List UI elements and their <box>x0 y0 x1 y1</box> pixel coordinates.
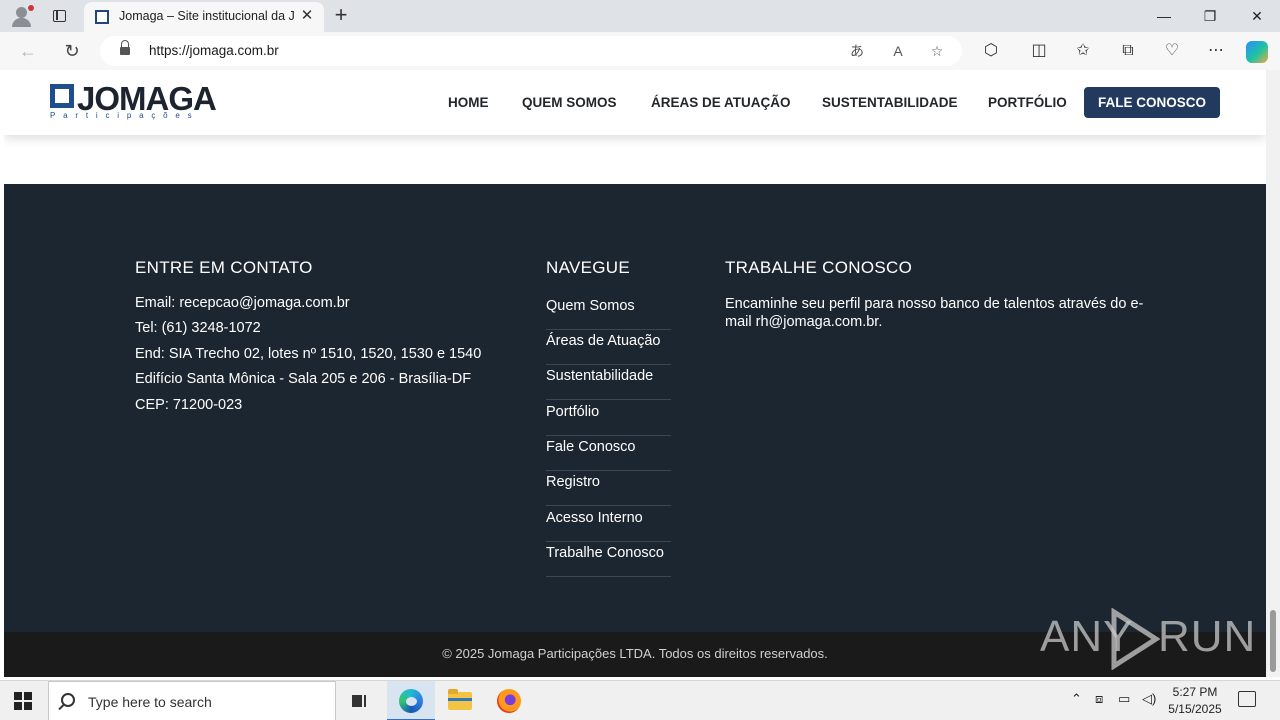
tab-title: Jomaga – Site institucional da Jomaga Pa… <box>119 9 294 23</box>
more-menu-icon[interactable]: ⋯ <box>1204 39 1228 63</box>
watermark-run: RUN <box>1158 612 1257 661</box>
logo-subtitle: Participações <box>50 111 200 120</box>
taskbar-edge[interactable] <box>387 681 435 720</box>
browser-tab[interactable]: Jomaga – Site institucional da Jomaga Pa… <box>84 2 324 32</box>
anyrun-watermark: ANY RUN <box>1040 606 1255 672</box>
edge-icon <box>399 689 423 713</box>
firefox-icon <box>497 689 521 713</box>
notification-icon[interactable] <box>1238 691 1256 707</box>
url-text[interactable]: https://jomaga.com.br <box>149 43 279 58</box>
logo-square-icon <box>50 84 74 108</box>
taskbar-file-explorer[interactable] <box>436 681 484 720</box>
tab-actions-icon[interactable] <box>50 6 70 26</box>
taskbar-firefox[interactable] <box>485 681 533 720</box>
reload-icon[interactable]: ↻ <box>60 39 84 63</box>
footer-link-label: Sustentabilidade <box>546 368 654 384</box>
tray-meet-icon[interactable]: ⧈ <box>1095 691 1103 707</box>
trabalhe-text: Encaminhe seu perfil para nosso banco de… <box>725 296 1144 330</box>
footer-link-label: Acesso Interno <box>546 510 643 526</box>
contact-phone: Tel: (61) 3248-1072 <box>135 320 261 336</box>
footer-link-label: Trabalhe Conosco <box>546 545 664 561</box>
windows-taskbar: Type here to search ⌃ ⧈ ▭ ◁) 5:27 PM 5/1… <box>0 680 1280 720</box>
browser-tab-bar: Jomaga – Site institucional da Jomaga Pa… <box>0 0 1280 32</box>
address-bar[interactable]: https://jomaga.com.br あ A ☆ <box>100 36 962 66</box>
nav-portfolio[interactable]: PORTFÓLIO <box>988 95 1067 110</box>
clock-date: 5/15/2025 <box>1168 702 1222 716</box>
tab-close-icon[interactable]: ✕ <box>299 7 315 25</box>
volume-icon[interactable]: ◁) <box>1142 691 1156 707</box>
footer-link-label: Quem Somos <box>546 298 635 314</box>
network-icon[interactable]: ▭ <box>1118 691 1130 707</box>
nav-quem-somos[interactable]: QUEM SOMOS <box>522 95 617 110</box>
site-favicon-icon <box>95 10 109 24</box>
fale-conosco-button[interactable]: FALE CONOSCO <box>1084 87 1220 118</box>
contact-heading: ENTRE EM CONTATO <box>135 258 313 277</box>
browser-toolbar: ← ↻ https://jomaga.com.br あ A ☆ ⬡ ◫ ✩ ⧉ … <box>0 32 1280 70</box>
footer-link-acesso-interno[interactable]: Acesso Interno <box>546 507 671 542</box>
play-triangle-icon <box>1111 608 1160 670</box>
browser-essentials-icon[interactable]: ♡ <box>1160 39 1184 63</box>
folder-icon <box>448 689 472 710</box>
restore-icon[interactable]: ❐ <box>1195 4 1225 28</box>
task-view-icon <box>352 693 368 709</box>
translate-icon[interactable]: あ <box>846 40 868 62</box>
footer-link-sustentabilidade[interactable]: Sustentabilidade <box>546 365 671 400</box>
lock-icon[interactable] <box>120 40 130 56</box>
footer-link-label: Registro <box>546 474 600 490</box>
footer-link-label: Áreas de Atuação <box>546 333 661 349</box>
footer-link-registro[interactable]: Registro <box>546 471 671 506</box>
taskbar-search-box[interactable]: Type here to search <box>48 681 336 720</box>
tray-chevron-icon[interactable]: ⌃ <box>1071 691 1082 707</box>
site-footer: ENTRE EM CONTATO Email: recepcao@jomaga.… <box>4 184 1266 632</box>
read-aloud-icon[interactable]: A <box>887 40 909 62</box>
nav-areas-de-atuacao[interactable]: ÁREAS DE ATUAÇÃO <box>651 95 791 110</box>
task-view-button[interactable] <box>336 681 384 720</box>
nav-home[interactable]: HOME <box>448 95 489 110</box>
footer-link-quem-somos[interactable]: Quem Somos <box>546 295 671 330</box>
search-placeholder: Type here to search <box>88 694 212 710</box>
new-tab-icon[interactable]: + <box>330 4 352 26</box>
page-scrollbar[interactable] <box>1266 70 1280 677</box>
navegue-heading: NAVEGUE <box>546 258 630 277</box>
site-header: JOMAGA Participações HOME QUEM SOMOS ÁRE… <box>4 70 1266 135</box>
contact-cep: CEP: 71200-023 <box>135 397 243 413</box>
contact-email: Email: recepcao@jomaga.com.br <box>135 295 350 311</box>
clock-time: 5:27 PM <box>1172 685 1218 699</box>
extensions-icon[interactable]: ⬡ <box>979 39 1003 63</box>
scrollbar-thumb[interactable] <box>1270 610 1276 672</box>
contact-building: Edifício Santa Mônica - Sala 205 e 206 -… <box>135 371 472 387</box>
windows-start-icon[interactable] <box>14 692 32 710</box>
split-screen-icon[interactable]: ◫ <box>1027 39 1051 63</box>
favorite-star-icon[interactable]: ☆ <box>926 40 948 62</box>
profile-icon[interactable] <box>10 5 34 27</box>
copilot-icon[interactable] <box>1246 41 1268 63</box>
trabalhe-heading: TRABALHE CONOSCO <box>725 258 913 277</box>
collections-icon[interactable]: ⧉ <box>1116 39 1140 63</box>
taskbar-clock[interactable]: 5:27 PM 5/15/2025 <box>1163 684 1227 718</box>
minimize-icon[interactable]: — <box>1149 4 1179 28</box>
footer-link-label: Portfólio <box>546 404 600 420</box>
footer-link-portfolio[interactable]: Portfólio <box>546 401 671 436</box>
footer-link-trabalhe-conosco[interactable]: Trabalhe Conosco <box>546 542 671 577</box>
footer-link-label: Fale Conosco <box>546 439 636 455</box>
nav-sustentabilidade[interactable]: SUSTENTABILIDADE <box>822 95 958 110</box>
contact-address: End: SIA Trecho 02, lotes nº 1510, 1520,… <box>135 346 482 362</box>
page-viewport: JOMAGA Participações HOME QUEM SOMOS ÁRE… <box>4 70 1266 677</box>
favorites-icon[interactable]: ✩ <box>1071 39 1095 63</box>
search-icon <box>61 693 75 707</box>
back-icon[interactable]: ← <box>16 39 40 63</box>
footer-link-areas[interactable]: Áreas de Atuação <box>546 330 671 365</box>
footer-link-fale-conosco[interactable]: Fale Conosco <box>546 436 671 471</box>
jomaga-logo[interactable]: JOMAGA Participações <box>50 80 225 123</box>
window-close-icon[interactable]: ✕ <box>1242 4 1272 28</box>
